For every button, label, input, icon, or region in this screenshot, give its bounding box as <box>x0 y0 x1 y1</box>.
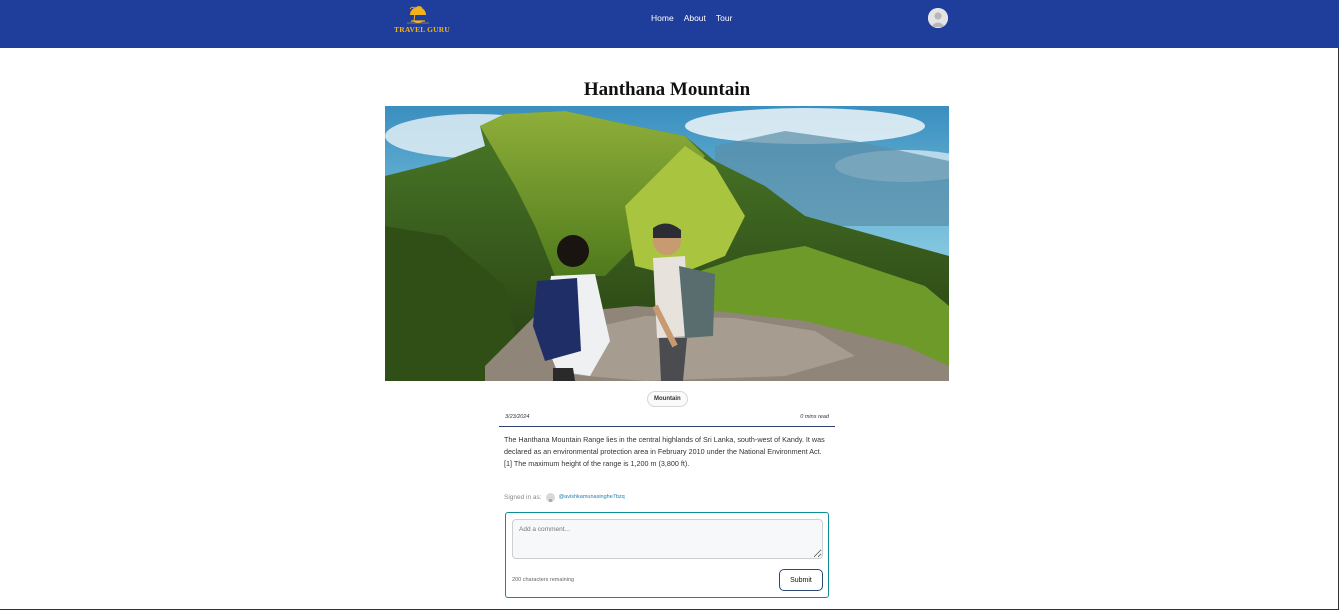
top-navbar: TRAVEL GURU Home About Tour <box>0 0 1339 48</box>
nav-home-link[interactable]: Home <box>651 13 674 23</box>
post-date: 3/23/2024 <box>505 414 530 420</box>
user-small-icon <box>545 496 555 502</box>
post-meta-row: 3/23/2024 0 mins read <box>499 411 835 427</box>
signed-in-avatar <box>545 492 555 502</box>
nav-about-link[interactable]: About <box>684 13 706 23</box>
post-content: The Hanthana Mountain Range lies in the … <box>504 435 825 468</box>
post-title: Hanthana Mountain <box>583 79 751 100</box>
comment-form: 200 characters remaining Submit <box>505 512 829 598</box>
read-time: 0 mins read <box>800 414 829 420</box>
signed-in-row: Signed in as: @avishkamunasinghe7bzq <box>504 491 625 503</box>
logo-text: TRAVEL GURU <box>394 25 451 34</box>
submit-comment-button[interactable]: Submit <box>779 569 823 591</box>
signed-in-username-link[interactable]: @avishkamunasinghe7bzq <box>559 494 625 500</box>
post-hero-image <box>385 106 949 381</box>
site-logo[interactable]: TRAVEL GURU <box>394 3 451 41</box>
main-nav: Home About Tour <box>651 13 732 23</box>
user-avatar-button[interactable] <box>928 8 948 28</box>
nav-tour-link[interactable]: Tour <box>716 13 733 23</box>
signed-in-label: Signed in as: <box>504 493 542 501</box>
characters-remaining: 200 characters remaining <box>512 577 575 583</box>
palm-sun-logo-icon <box>407 6 429 24</box>
user-avatar-icon <box>928 8 948 28</box>
mountain-landscape-image <box>385 106 949 381</box>
comment-input[interactable] <box>512 519 823 559</box>
category-tag[interactable]: Mountain <box>647 391 688 407</box>
